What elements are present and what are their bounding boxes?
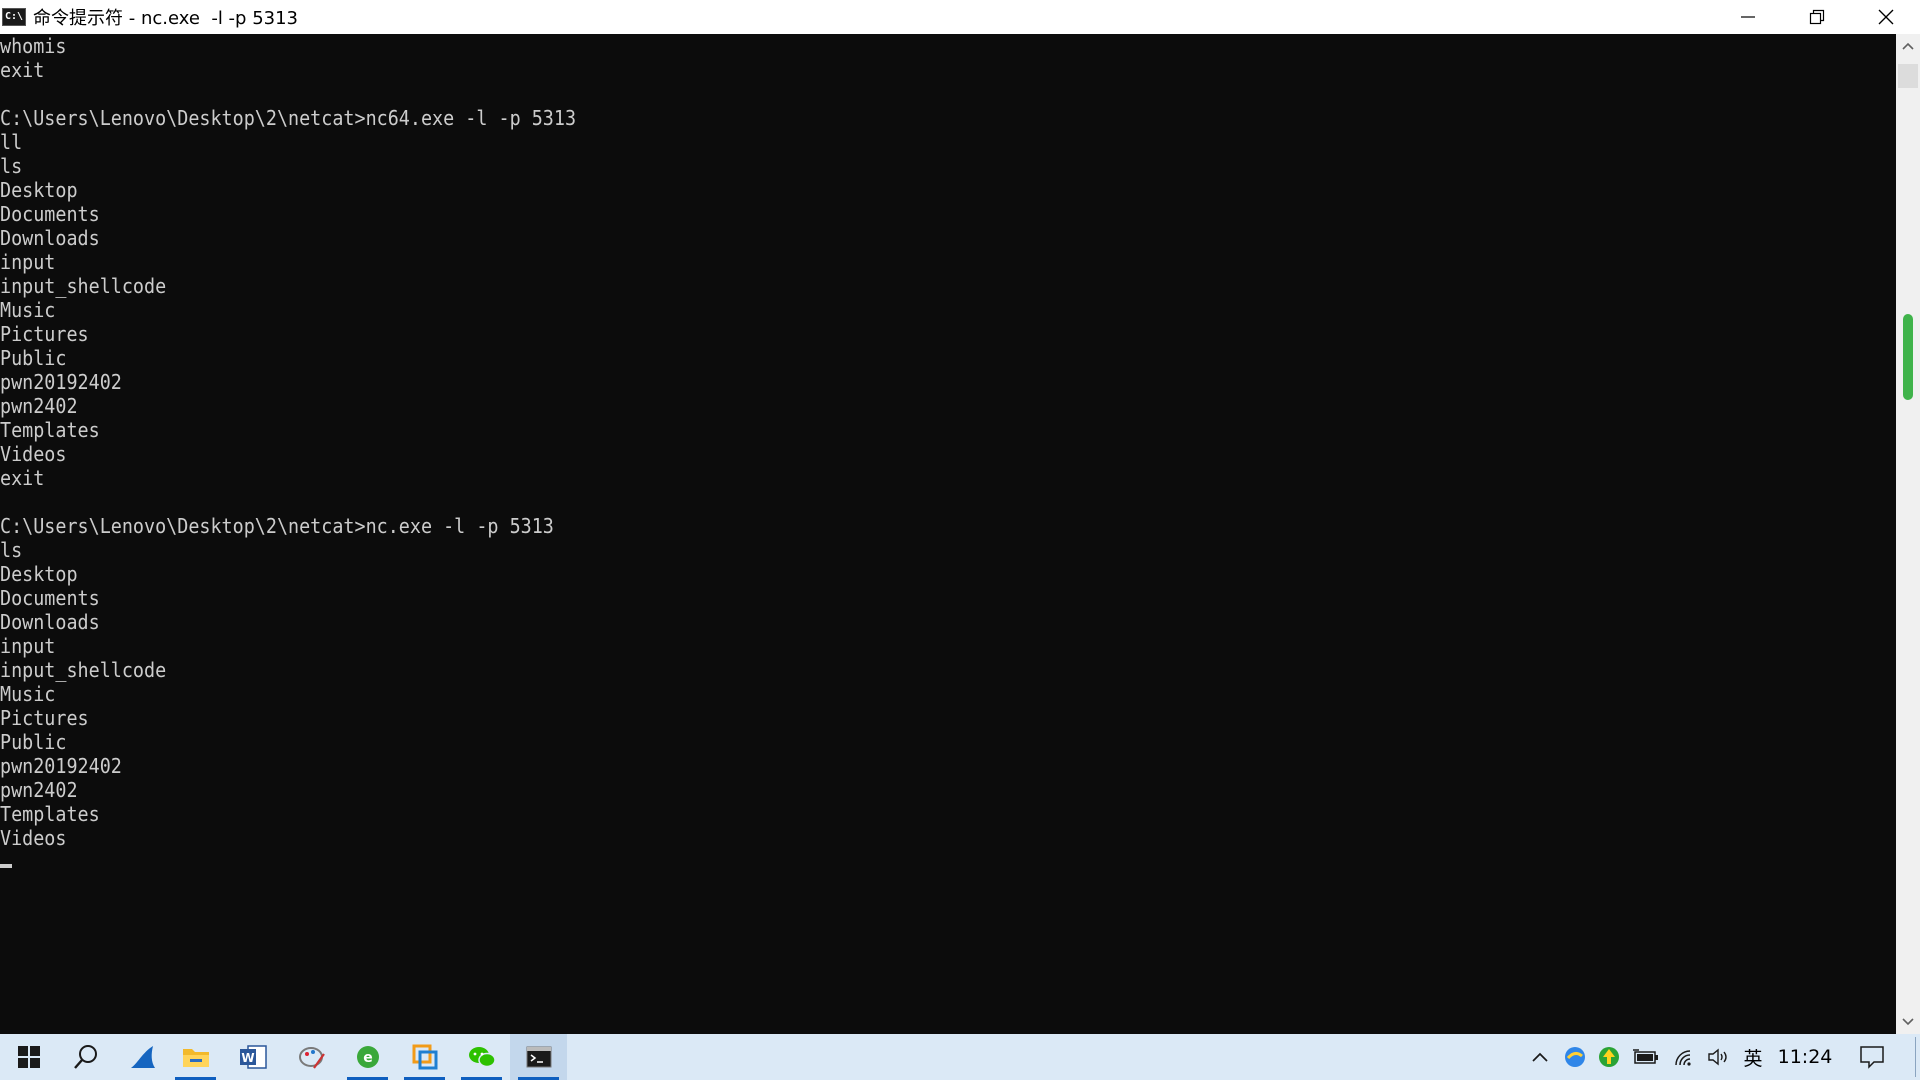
console-line: Downloads <box>0 226 100 250</box>
console-line: Music <box>0 682 56 706</box>
console-line: ls <box>0 154 23 178</box>
console-line: input_shellcode <box>0 274 167 298</box>
word-icon: W <box>239 1045 267 1069</box>
ime-label: 英 <box>1743 1047 1763 1070</box>
clock-time: 11:24 <box>1777 1046 1833 1068</box>
console-line: Videos <box>0 826 67 850</box>
tray-app-2[interactable] <box>1594 1034 1624 1080</box>
console-line: Documents <box>0 202 100 226</box>
console-line: pwn2402 <box>0 778 78 802</box>
input-method-indicator[interactable]: 英 <box>1738 1034 1768 1080</box>
restore-button[interactable] <box>1782 0 1851 34</box>
chevron-up-icon <box>1532 1052 1548 1062</box>
scroll-up-arrow[interactable] <box>1896 34 1920 58</box>
console-line: Pictures <box>0 322 89 346</box>
show-hidden-icons-button[interactable] <box>1524 1034 1556 1080</box>
speaker-icon <box>1708 1048 1727 1066</box>
network-status[interactable] <box>1668 1034 1700 1080</box>
console-line: Pictures <box>0 706 89 730</box>
minimize-button[interactable] <box>1713 0 1782 34</box>
console-line: Desktop <box>0 178 78 202</box>
console-line: input_shellcode <box>0 658 167 682</box>
console-line: whomis <box>0 34 67 58</box>
search-button[interactable] <box>57 1034 114 1080</box>
svg-text:W: W <box>241 1051 254 1065</box>
close-button[interactable] <box>1851 0 1920 34</box>
window-title: 命令提示符 - nc.exe -l -p 5313 <box>33 8 299 29</box>
paint-icon <box>298 1047 325 1069</box>
action-center-button[interactable] <box>1852 1034 1892 1080</box>
restore-icon <box>1809 9 1824 25</box>
wifi-icon <box>1675 1050 1691 1066</box>
taskbar-app-wechat[interactable] <box>453 1034 510 1080</box>
svg-text:e: e <box>363 1050 373 1066</box>
taskbar-app-vmware[interactable] <box>396 1034 453 1080</box>
show-desktop-button[interactable] <box>1910 1034 1920 1080</box>
folder-icon <box>182 1049 209 1067</box>
console-line: Downloads <box>0 610 100 634</box>
terminal-icon <box>526 1046 551 1068</box>
scroll-down-arrow[interactable] <box>1896 1010 1920 1034</box>
taskbar-app-word[interactable]: W <box>224 1034 281 1080</box>
console-line: Videos <box>0 442 67 466</box>
console-line: Templates <box>0 418 100 442</box>
taskbar-app-file-explorer[interactable] <box>167 1034 224 1080</box>
search-icon <box>73 1045 97 1069</box>
taskbar-app-cmd[interactable] <box>510 1034 567 1080</box>
console-line: exit <box>0 466 45 490</box>
taskbar: W e 英 11:24 <box>0 1034 1920 1080</box>
browser-e-icon: e <box>356 1046 379 1068</box>
taskbar-app-browser[interactable]: e <box>339 1034 396 1080</box>
volume-control[interactable] <box>1704 1034 1734 1080</box>
battery-status[interactable] <box>1630 1034 1662 1080</box>
chevron-down-icon <box>1902 1018 1914 1026</box>
windows-logo-icon <box>17 1046 40 1068</box>
console-line: Documents <box>0 586 100 610</box>
chevron-up-icon <box>1902 42 1914 50</box>
battery-icon <box>1633 1049 1658 1064</box>
shark-fin-icon <box>130 1046 155 1068</box>
console-line: Music <box>0 298 56 322</box>
console-line: pwn20192402 <box>0 754 122 778</box>
minimize-icon <box>1740 16 1755 18</box>
scroll-track-segment <box>1898 64 1918 88</box>
console-line: C:\Users\Lenovo\Desktop\2\netcat>nc64.ex… <box>0 106 577 130</box>
console-line: ls <box>0 538 23 562</box>
console-line: input <box>0 250 56 274</box>
console-line: Public <box>0 346 67 370</box>
tray-app-1[interactable] <box>1560 1034 1590 1080</box>
start-button[interactable] <box>0 1034 57 1080</box>
title-bar[interactable]: C:\ 命令提示符 - nc.exe -l -p 5313 <box>0 0 1920 34</box>
console-line: input <box>0 634 56 658</box>
console-line: Desktop <box>0 562 78 586</box>
show-desktop-divider <box>1914 1037 1916 1077</box>
taskbar-app-paint[interactable] <box>283 1034 340 1080</box>
console-line: pwn2402 <box>0 394 78 418</box>
colorful-app-icon <box>1565 1047 1585 1067</box>
console-line: C:\Users\Lenovo\Desktop\2\netcat>nc.exe … <box>0 514 554 538</box>
scroll-thumb[interactable] <box>1903 314 1913 400</box>
vertical-scrollbar[interactable] <box>1896 34 1920 1034</box>
text-cursor <box>0 864 12 868</box>
console-line: exit <box>0 58 45 82</box>
sync-app-icon <box>1599 1047 1619 1067</box>
console-line: Templates <box>0 802 100 826</box>
taskbar-app-edge-legacy[interactable] <box>114 1034 171 1080</box>
clock[interactable]: 11:24 <box>1772 1034 1838 1080</box>
console-line: ll <box>0 130 23 154</box>
close-icon <box>1878 9 1893 25</box>
wechat-icon <box>468 1047 496 1068</box>
notification-icon <box>1860 1046 1884 1069</box>
console-output[interactable]: whomis exit C:\Users\Lenovo\Desktop\2\netc… <box>0 34 1896 1034</box>
console-line: pwn20192402 <box>0 370 122 394</box>
vm-icon <box>412 1044 437 1070</box>
cmd-app-icon[interactable]: C:\ <box>2 8 26 26</box>
console-line: Public <box>0 730 67 754</box>
window-controls <box>1713 0 1920 34</box>
